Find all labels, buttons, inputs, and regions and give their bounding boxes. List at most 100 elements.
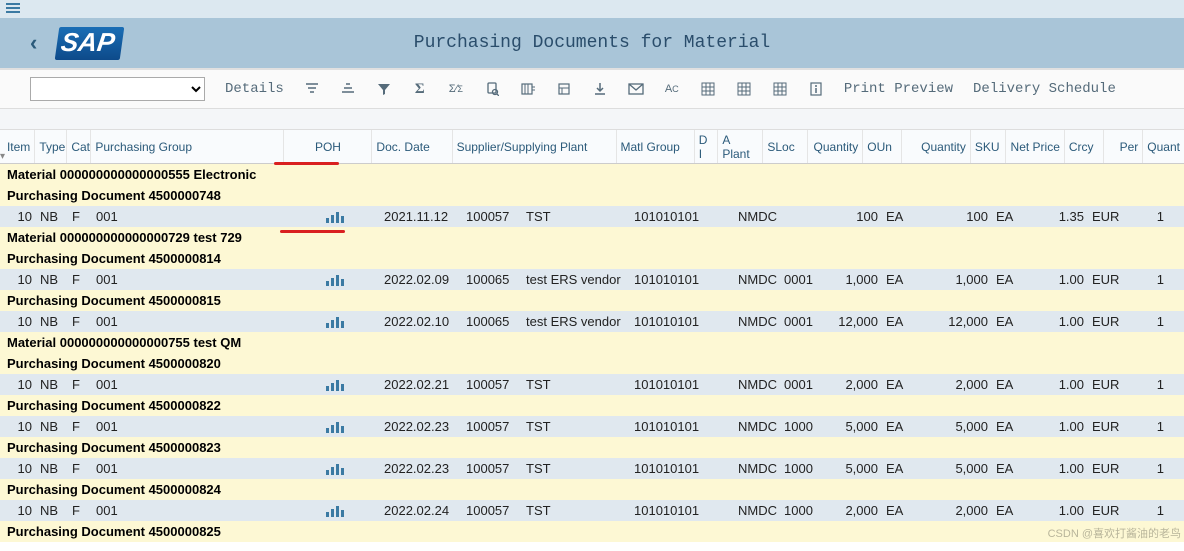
poh-chart-icon[interactable] <box>326 463 344 475</box>
expand-icon[interactable] <box>556 81 572 97</box>
grid3-icon[interactable] <box>772 81 788 97</box>
col-quantity-sku[interactable]: Quantity <box>902 130 970 163</box>
abc-icon[interactable]: AC <box>664 81 680 97</box>
col-type[interactable]: Type <box>35 130 67 163</box>
cell-poh[interactable] <box>290 206 380 227</box>
cell-poh[interactable] <box>290 500 380 521</box>
poh-chart-icon[interactable] <box>326 379 344 391</box>
header-dropdown-icon[interactable]: ▾ <box>0 151 14 165</box>
cell-matg: 101010101 <box>630 206 710 227</box>
search-icon[interactable] <box>484 81 500 97</box>
grid1-icon[interactable] <box>700 81 716 97</box>
filter-icon[interactable] <box>376 81 392 97</box>
col-di[interactable]: D I <box>695 130 719 163</box>
purchasing-doc-row: Purchasing Document 4500000823 <box>0 437 1184 458</box>
cell-price: 1.00 <box>1028 416 1088 437</box>
cell-item: 10 <box>0 269 36 290</box>
cell-aplant: NMDC <box>734 374 780 395</box>
cell-qty: 5,000 <box>826 416 882 437</box>
col-poh[interactable]: POH <box>284 130 372 163</box>
cell-per: 1 <box>1128 374 1168 395</box>
download-icon[interactable] <box>592 81 608 97</box>
sort-desc-icon[interactable] <box>340 81 356 97</box>
layout-select[interactable] <box>30 77 205 101</box>
table-row[interactable]: 10NBF0012022.02.24100057TST101010101NMDC… <box>0 500 1184 521</box>
col-per[interactable]: Per <box>1104 130 1143 163</box>
cell-qtysku: 100 <box>922 206 992 227</box>
column-settings-icon[interactable] <box>520 81 536 97</box>
cell-supplier-name: test ERS vendor <box>522 269 630 290</box>
col-crcy[interactable]: Crcy <box>1065 130 1104 163</box>
purchasing-doc-row: Purchasing Document 4500000815 <box>0 290 1184 311</box>
cell-pgrp: 001 <box>92 269 290 290</box>
cell-di <box>710 311 734 332</box>
poh-chart-icon[interactable] <box>326 211 344 223</box>
col-doc-date[interactable]: Doc. Date <box>372 130 452 163</box>
cell-item: 10 <box>0 206 36 227</box>
cell-crcy: EUR <box>1088 500 1128 521</box>
cell-supplier: 100057 <box>462 416 522 437</box>
mail-icon[interactable] <box>628 81 644 97</box>
cell-pgrp: 001 <box>92 374 290 395</box>
cell-aplant: NMDC <box>734 458 780 479</box>
cell-price: 1.00 <box>1028 458 1088 479</box>
cell-qty: 2,000 <box>826 500 882 521</box>
cell-type: NB <box>36 500 68 521</box>
cell-di <box>710 416 734 437</box>
poh-chart-icon[interactable] <box>326 274 344 286</box>
col-supplier[interactable]: Supplier/Supplying Plant <box>453 130 617 163</box>
poh-chart-icon[interactable] <box>326 316 344 328</box>
table-row[interactable]: 10NBF0012022.02.10100065test ERS vendor1… <box>0 311 1184 332</box>
cell-matg: 101010101 <box>630 311 710 332</box>
purchasing-doc-row: Purchasing Document 4500000824 <box>0 479 1184 500</box>
cell-type: NB <box>36 458 68 479</box>
cell-poh[interactable] <box>290 416 380 437</box>
table-row[interactable]: 10NBF0012022.02.21100057TST101010101NMDC… <box>0 374 1184 395</box>
back-button[interactable]: ‹ <box>30 30 37 56</box>
cell-aplant: NMDC <box>734 311 780 332</box>
cell-per: 1 <box>1128 416 1168 437</box>
cell-supplier: 100057 <box>462 500 522 521</box>
info-icon[interactable] <box>808 81 824 97</box>
grid2-icon[interactable] <box>736 81 752 97</box>
cell-pgrp: 001 <box>92 311 290 332</box>
sum-icon[interactable]: Σ <box>412 81 428 97</box>
cell-poh[interactable] <box>290 374 380 395</box>
sort-asc-icon[interactable] <box>304 81 320 97</box>
cell-qty: 2,000 <box>826 374 882 395</box>
cell-cat: F <box>68 458 92 479</box>
table-row[interactable]: 10NBF0012022.02.23100057TST101010101NMDC… <box>0 416 1184 437</box>
col-oun[interactable]: OUn <box>863 130 902 163</box>
print-preview-button[interactable]: Print Preview <box>844 81 953 97</box>
poh-chart-icon[interactable] <box>326 505 344 517</box>
details-button[interactable]: Details <box>225 81 284 97</box>
app-header: ‹ SAP Purchasing Documents for Material <box>0 18 1184 68</box>
table-row[interactable]: 10NBF0012022.02.09100065test ERS vendor1… <box>0 269 1184 290</box>
cell-qtysku: 12,000 <box>922 311 992 332</box>
cell-per: 1 <box>1128 500 1168 521</box>
col-quantity[interactable]: Quantity <box>808 130 863 163</box>
table-row[interactable]: 10NBF0012022.02.23100057TST101010101NMDC… <box>0 458 1184 479</box>
cell-aplant: NMDC <box>734 500 780 521</box>
col-purchasing-group[interactable]: Purchasing Group <box>91 130 284 163</box>
cell-poh[interactable] <box>290 311 380 332</box>
col-cat[interactable]: Cat <box>67 130 91 163</box>
cell-poh[interactable] <box>290 458 380 479</box>
col-quant[interactable]: Quant <box>1143 130 1184 163</box>
table-row[interactable]: 10NBF0012021.11.12100057TST101010101NMDC… <box>0 206 1184 227</box>
col-net-price[interactable]: Net Price <box>1006 130 1065 163</box>
cell-poh[interactable] <box>290 269 380 290</box>
poh-chart-icon[interactable] <box>326 421 344 433</box>
subtotal-icon[interactable]: Σ⁄Σ <box>448 81 464 97</box>
col-a-plant[interactable]: A Plant <box>718 130 763 163</box>
col-sloc[interactable]: SLoc <box>763 130 808 163</box>
cell-oun: EA <box>882 416 922 437</box>
cell-supplier: 100057 <box>462 206 522 227</box>
col-matl-group[interactable]: Matl Group <box>617 130 695 163</box>
hamburger-icon[interactable] <box>6 1 20 18</box>
col-sku[interactable]: SKU <box>971 130 1006 163</box>
delivery-schedule-button[interactable]: Delivery Schedule <box>973 81 1116 97</box>
cell-supplier: 100057 <box>462 374 522 395</box>
cell-item: 10 <box>0 374 36 395</box>
cell-oun: EA <box>882 206 922 227</box>
